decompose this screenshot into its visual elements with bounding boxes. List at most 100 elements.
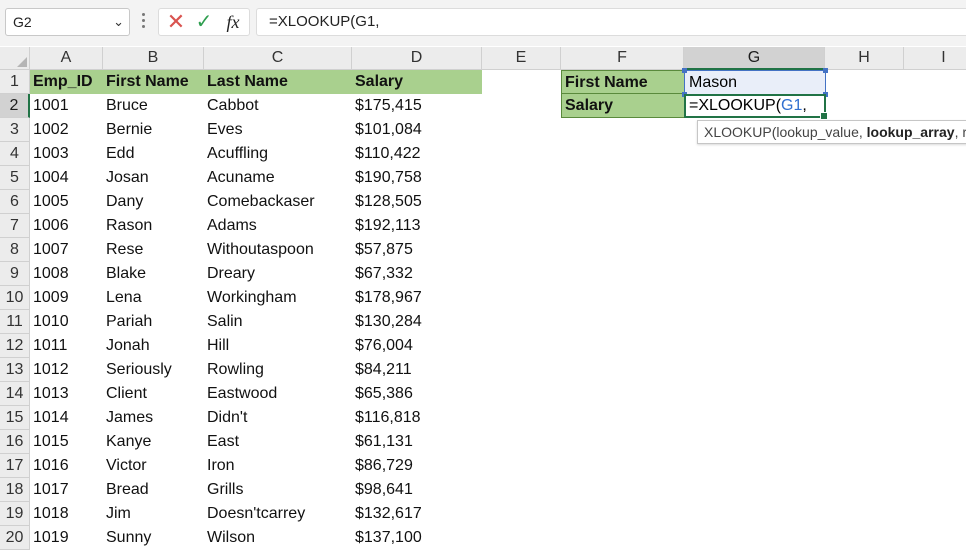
table-cell-emp-id[interactable]: 1004 <box>30 166 103 190</box>
table-cell-emp-id[interactable]: 1007 <box>30 238 103 262</box>
table-cell-first-name[interactable]: Bernie <box>103 118 204 142</box>
table-cell-emp-id[interactable]: 1015 <box>30 430 103 454</box>
table-cell-salary[interactable]: $101,084 <box>352 118 482 142</box>
table-cell-salary[interactable]: $132,617 <box>352 502 482 526</box>
table-cell-salary[interactable]: $61,131 <box>352 430 482 454</box>
column-header-i[interactable]: I <box>904 47 966 70</box>
table-header-emp-id[interactable]: Emp_ID <box>30 70 103 94</box>
table-cell-first-name[interactable]: Josan <box>103 166 204 190</box>
table-cell-last-name[interactable]: Grills <box>204 478 352 502</box>
table-cell-emp-id[interactable]: 1012 <box>30 358 103 382</box>
table-cell-first-name[interactable]: Bruce <box>103 94 204 118</box>
table-cell-first-name[interactable]: Pariah <box>103 310 204 334</box>
table-cell-last-name[interactable]: Rowling <box>204 358 352 382</box>
table-cell-salary[interactable]: $86,729 <box>352 454 482 478</box>
row-header-11[interactable]: 11 <box>0 310 30 334</box>
column-header-h[interactable]: H <box>825 47 904 70</box>
first-name-input-cell[interactable]: Mason <box>682 68 828 97</box>
table-cell-first-name[interactable]: Sunny <box>103 526 204 550</box>
enter-icon[interactable]: ✓ <box>193 9 215 35</box>
table-cell-first-name[interactable]: Blake <box>103 262 204 286</box>
table-cell-first-name[interactable]: Jonah <box>103 334 204 358</box>
table-cell-last-name[interactable]: Withoutaspoon <box>204 238 352 262</box>
table-cell-first-name[interactable]: Kanye <box>103 430 204 454</box>
table-cell-last-name[interactable]: Iron <box>204 454 352 478</box>
column-header-e[interactable]: E <box>482 47 561 70</box>
table-cell-last-name[interactable]: Eastwood <box>204 382 352 406</box>
table-cell-first-name[interactable]: Bread <box>103 478 204 502</box>
table-cell-emp-id[interactable]: 1013 <box>30 382 103 406</box>
row-header-17[interactable]: 17 <box>0 454 30 478</box>
column-header-c[interactable]: C <box>204 47 352 70</box>
table-cell-emp-id[interactable]: 1009 <box>30 286 103 310</box>
label-first-name[interactable]: First Name <box>561 70 684 94</box>
table-cell-last-name[interactable]: Hill <box>204 334 352 358</box>
row-header-9[interactable]: 9 <box>0 262 30 286</box>
table-cell-last-name[interactable]: Cabbot <box>204 94 352 118</box>
column-header-f[interactable]: F <box>561 47 684 70</box>
table-cell-emp-id[interactable]: 1001 <box>30 94 103 118</box>
table-cell-last-name[interactable]: Didn't <box>204 406 352 430</box>
table-cell-emp-id[interactable]: 1019 <box>30 526 103 550</box>
insert-function-icon[interactable]: fx <box>221 9 245 35</box>
more-options-icon[interactable] <box>142 13 146 31</box>
table-cell-salary[interactable]: $57,875 <box>352 238 482 262</box>
column-header-d[interactable]: D <box>352 47 482 70</box>
table-cell-first-name[interactable]: Rese <box>103 238 204 262</box>
table-cell-emp-id[interactable]: 1010 <box>30 310 103 334</box>
table-cell-last-name[interactable]: Wilson <box>204 526 352 550</box>
row-header-6[interactable]: 6 <box>0 190 30 214</box>
row-header-19[interactable]: 19 <box>0 502 30 526</box>
formula-input[interactable]: =XLOOKUP(G1, <box>256 8 966 36</box>
table-cell-last-name[interactable]: Dreary <box>204 262 352 286</box>
name-box[interactable]: G2 ⌄ <box>5 8 130 36</box>
row-header-16[interactable]: 16 <box>0 430 30 454</box>
table-cell-first-name[interactable]: Seriously <box>103 358 204 382</box>
active-cell-g2[interactable]: =XLOOKUP(G1, <box>684 94 828 120</box>
fill-handle[interactable] <box>820 112 828 120</box>
row-header-7[interactable]: 7 <box>0 214 30 238</box>
column-header-g[interactable]: G <box>684 47 825 70</box>
table-cell-emp-id[interactable]: 1002 <box>30 118 103 142</box>
column-header-b[interactable]: B <box>103 47 204 70</box>
row-header-14[interactable]: 14 <box>0 382 30 406</box>
row-header-20[interactable]: 20 <box>0 526 30 550</box>
table-cell-emp-id[interactable]: 1017 <box>30 478 103 502</box>
table-cell-last-name[interactable]: Doesn'tcarrey <box>204 502 352 526</box>
row-header-1[interactable]: 1 <box>0 70 30 94</box>
table-cell-emp-id[interactable]: 1014 <box>30 406 103 430</box>
row-header-13[interactable]: 13 <box>0 358 30 382</box>
table-cell-emp-id[interactable]: 1005 <box>30 190 103 214</box>
table-cell-first-name[interactable]: Client <box>103 382 204 406</box>
table-header-last-name[interactable]: Last Name <box>204 70 352 94</box>
table-cell-last-name[interactable]: Eves <box>204 118 352 142</box>
table-cell-salary[interactable]: $76,004 <box>352 334 482 358</box>
table-cell-salary[interactable]: $110,422 <box>352 142 482 166</box>
table-cell-salary[interactable]: $137,100 <box>352 526 482 550</box>
row-header-12[interactable]: 12 <box>0 334 30 358</box>
table-cell-emp-id[interactable]: 1018 <box>30 502 103 526</box>
table-cell-first-name[interactable]: Lena <box>103 286 204 310</box>
table-cell-last-name[interactable]: Acuffling <box>204 142 352 166</box>
table-cell-emp-id[interactable]: 1016 <box>30 454 103 478</box>
row-header-5[interactable]: 5 <box>0 166 30 190</box>
table-cell-first-name[interactable]: Edd <box>103 142 204 166</box>
table-cell-salary[interactable]: $192,113 <box>352 214 482 238</box>
row-header-10[interactable]: 10 <box>0 286 30 310</box>
row-header-3[interactable]: 3 <box>0 118 30 142</box>
row-header-18[interactable]: 18 <box>0 478 30 502</box>
row-header-4[interactable]: 4 <box>0 142 30 166</box>
table-cell-emp-id[interactable]: 1006 <box>30 214 103 238</box>
row-header-8[interactable]: 8 <box>0 238 30 262</box>
table-cell-first-name[interactable]: Victor <box>103 454 204 478</box>
table-header-first-name[interactable]: First Name <box>103 70 204 94</box>
table-cell-first-name[interactable]: Jim <box>103 502 204 526</box>
table-header-salary[interactable]: Salary <box>352 70 482 94</box>
table-cell-first-name[interactable]: Rason <box>103 214 204 238</box>
cancel-icon[interactable]: ✕ <box>165 9 187 35</box>
table-cell-salary[interactable]: $190,758 <box>352 166 482 190</box>
table-cell-salary[interactable]: $175,415 <box>352 94 482 118</box>
row-header-15[interactable]: 15 <box>0 406 30 430</box>
table-cell-salary[interactable]: $128,505 <box>352 190 482 214</box>
chevron-down-icon[interactable]: ⌄ <box>113 9 124 35</box>
